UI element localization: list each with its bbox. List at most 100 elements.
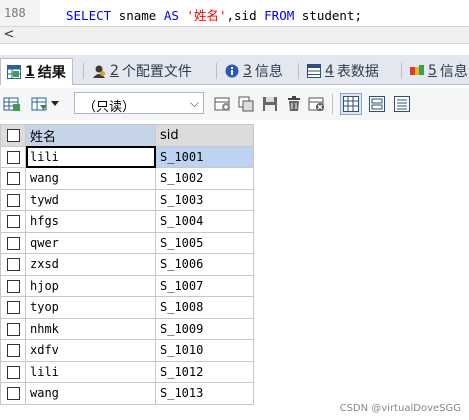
- add-row-button[interactable]: [213, 94, 233, 114]
- row-checkbox[interactable]: [0, 317, 26, 340]
- tab-label: 个配置文件: [121, 64, 192, 80]
- row-checkbox[interactable]: [0, 274, 26, 297]
- table-row[interactable]: xdfv S_1010: [0, 339, 254, 362]
- checkbox-icon: [6, 301, 20, 315]
- table-row[interactable]: hjop S_1007: [0, 274, 254, 297]
- table-row[interactable]: wang S_1002: [0, 167, 254, 190]
- tab-divider: [83, 63, 84, 79]
- cell-name[interactable]: qwer: [25, 231, 156, 254]
- row-checkbox[interactable]: [0, 253, 26, 276]
- row-checkbox[interactable]: [0, 296, 26, 319]
- cell-sid[interactable]: S_1003: [155, 188, 254, 211]
- tab-table-data[interactable]: 4 表数据: [301, 58, 385, 84]
- duplicate-row-button[interactable]: [237, 94, 257, 114]
- cell-sid[interactable]: S_1005: [155, 231, 254, 254]
- table-row[interactable]: tywd S_1003: [0, 188, 254, 211]
- checkbox-icon: [6, 344, 20, 358]
- cell-sid[interactable]: S_1013: [155, 382, 254, 405]
- cell-sid[interactable]: S_1012: [155, 360, 254, 383]
- sql-token: sname: [111, 8, 164, 23]
- row-checkbox[interactable]: [0, 339, 26, 362]
- cell-sid[interactable]: S_1009: [155, 317, 254, 340]
- row-checkbox[interactable]: [0, 231, 26, 254]
- cell-name[interactable]: lili: [25, 145, 156, 168]
- cell-sid[interactable]: S_1002: [155, 167, 254, 190]
- table-row[interactable]: nhmk S_1009: [0, 317, 254, 340]
- export-grid-button[interactable]: [2, 94, 22, 114]
- cancel-changes-button[interactable]: [307, 94, 327, 114]
- checkbox-icon: [6, 172, 20, 186]
- checkbox-icon: [6, 258, 20, 272]
- save-button[interactable]: [260, 94, 280, 114]
- grid-view-icon: [343, 96, 359, 112]
- form-view-button[interactable]: [367, 94, 387, 114]
- cell-sid[interactable]: S_1007: [155, 274, 254, 297]
- text-view-icon: [394, 96, 410, 112]
- cell-name[interactable]: wang: [25, 167, 156, 190]
- select-all-checkbox[interactable]: [0, 124, 26, 147]
- result-tab-bar: 1 结果 2 个配置文件 3 信息 4 表数据 5 信息: [0, 55, 469, 85]
- line-number-gutter: 188: [0, 0, 40, 26]
- sql-statement[interactable]: SELECT sname AS '姓名',sid FROM student;: [66, 5, 362, 24]
- table-row[interactable]: qwer S_1005: [0, 231, 254, 254]
- cell-name[interactable]: lili: [25, 360, 156, 383]
- table-row[interactable]: lili S_1012: [0, 360, 254, 383]
- info-colored-icon: [410, 64, 424, 78]
- cell-sid[interactable]: S_1010: [155, 339, 254, 362]
- cell-name[interactable]: zxsd: [25, 253, 156, 276]
- tab-result[interactable]: 1 结果: [0, 58, 73, 85]
- form-view-icon: [369, 96, 385, 112]
- checkbox-icon: [6, 193, 20, 207]
- save-icon: [263, 97, 277, 111]
- delete-button[interactable]: [284, 94, 304, 114]
- row-checkbox[interactable]: [0, 360, 26, 383]
- readonly-select[interactable]: （只读） ⌵: [74, 92, 204, 115]
- row-checkbox[interactable]: [0, 188, 26, 211]
- sql-editor[interactable]: 188 SELECT sname AS '姓名',sid FROM studen…: [0, 0, 469, 26]
- tab-info[interactable]: 3 信息: [219, 58, 289, 84]
- watermark: CSDN @virtualDoveSGG: [339, 403, 461, 414]
- column-header-sid[interactable]: sid: [155, 124, 254, 147]
- table-row[interactable]: hfgs S_1004: [0, 210, 254, 233]
- column-header-name[interactable]: 姓名: [25, 124, 156, 147]
- cell-name[interactable]: tyop: [25, 296, 156, 319]
- checkbox-icon: [6, 365, 20, 379]
- row-checkbox[interactable]: [0, 382, 26, 405]
- readonly-select-value: （只读）: [83, 100, 136, 115]
- cell-sid[interactable]: S_1001: [155, 145, 254, 168]
- cell-sid[interactable]: S_1006: [155, 253, 254, 276]
- cell-sid[interactable]: S_1004: [155, 210, 254, 233]
- editor-horizontal-scrollbar[interactable]: <: [0, 26, 469, 44]
- cell-name[interactable]: wang: [25, 382, 156, 405]
- result-toolbar: （只读） ⌵: [0, 88, 469, 120]
- line-number: 188: [4, 6, 26, 20]
- cell-name[interactable]: hjop: [25, 274, 156, 297]
- tab-number: 1: [25, 64, 35, 80]
- import-dropdown-button[interactable]: [26, 94, 64, 114]
- cell-sid[interactable]: S_1008: [155, 296, 254, 319]
- text-view-button[interactable]: [392, 94, 412, 114]
- cell-name[interactable]: tywd: [25, 188, 156, 211]
- cell-name[interactable]: xdfv: [25, 339, 156, 362]
- trash-icon: [288, 96, 300, 111]
- cell-name[interactable]: nhmk: [25, 317, 156, 340]
- import-grid-icon: [31, 97, 47, 111]
- checkbox-icon: [6, 322, 20, 336]
- row-checkbox[interactable]: [0, 167, 26, 190]
- cell-name[interactable]: hfgs: [25, 210, 156, 233]
- table-row[interactable]: wang S_1013: [0, 382, 254, 405]
- grid-view-button[interactable]: [340, 93, 362, 115]
- tab-label: 信息: [439, 64, 468, 80]
- tab-profiles[interactable]: 2 个配置文件: [86, 58, 198, 84]
- table-row[interactable]: tyop S_1008: [0, 296, 254, 319]
- tab-info-5[interactable]: 5 信息: [404, 58, 469, 84]
- header-row: 姓名 sid: [0, 124, 254, 147]
- profile-icon: [92, 64, 106, 78]
- scroll-left-arrow[interactable]: <: [2, 27, 16, 43]
- table-row[interactable]: zxsd S_1006: [0, 253, 254, 276]
- row-checkbox[interactable]: [0, 210, 26, 233]
- sql-token: student;: [294, 8, 362, 23]
- duplicate-row-icon: [238, 96, 254, 112]
- row-checkbox[interactable]: [0, 145, 26, 168]
- table-row[interactable]: lili S_1001: [0, 145, 254, 168]
